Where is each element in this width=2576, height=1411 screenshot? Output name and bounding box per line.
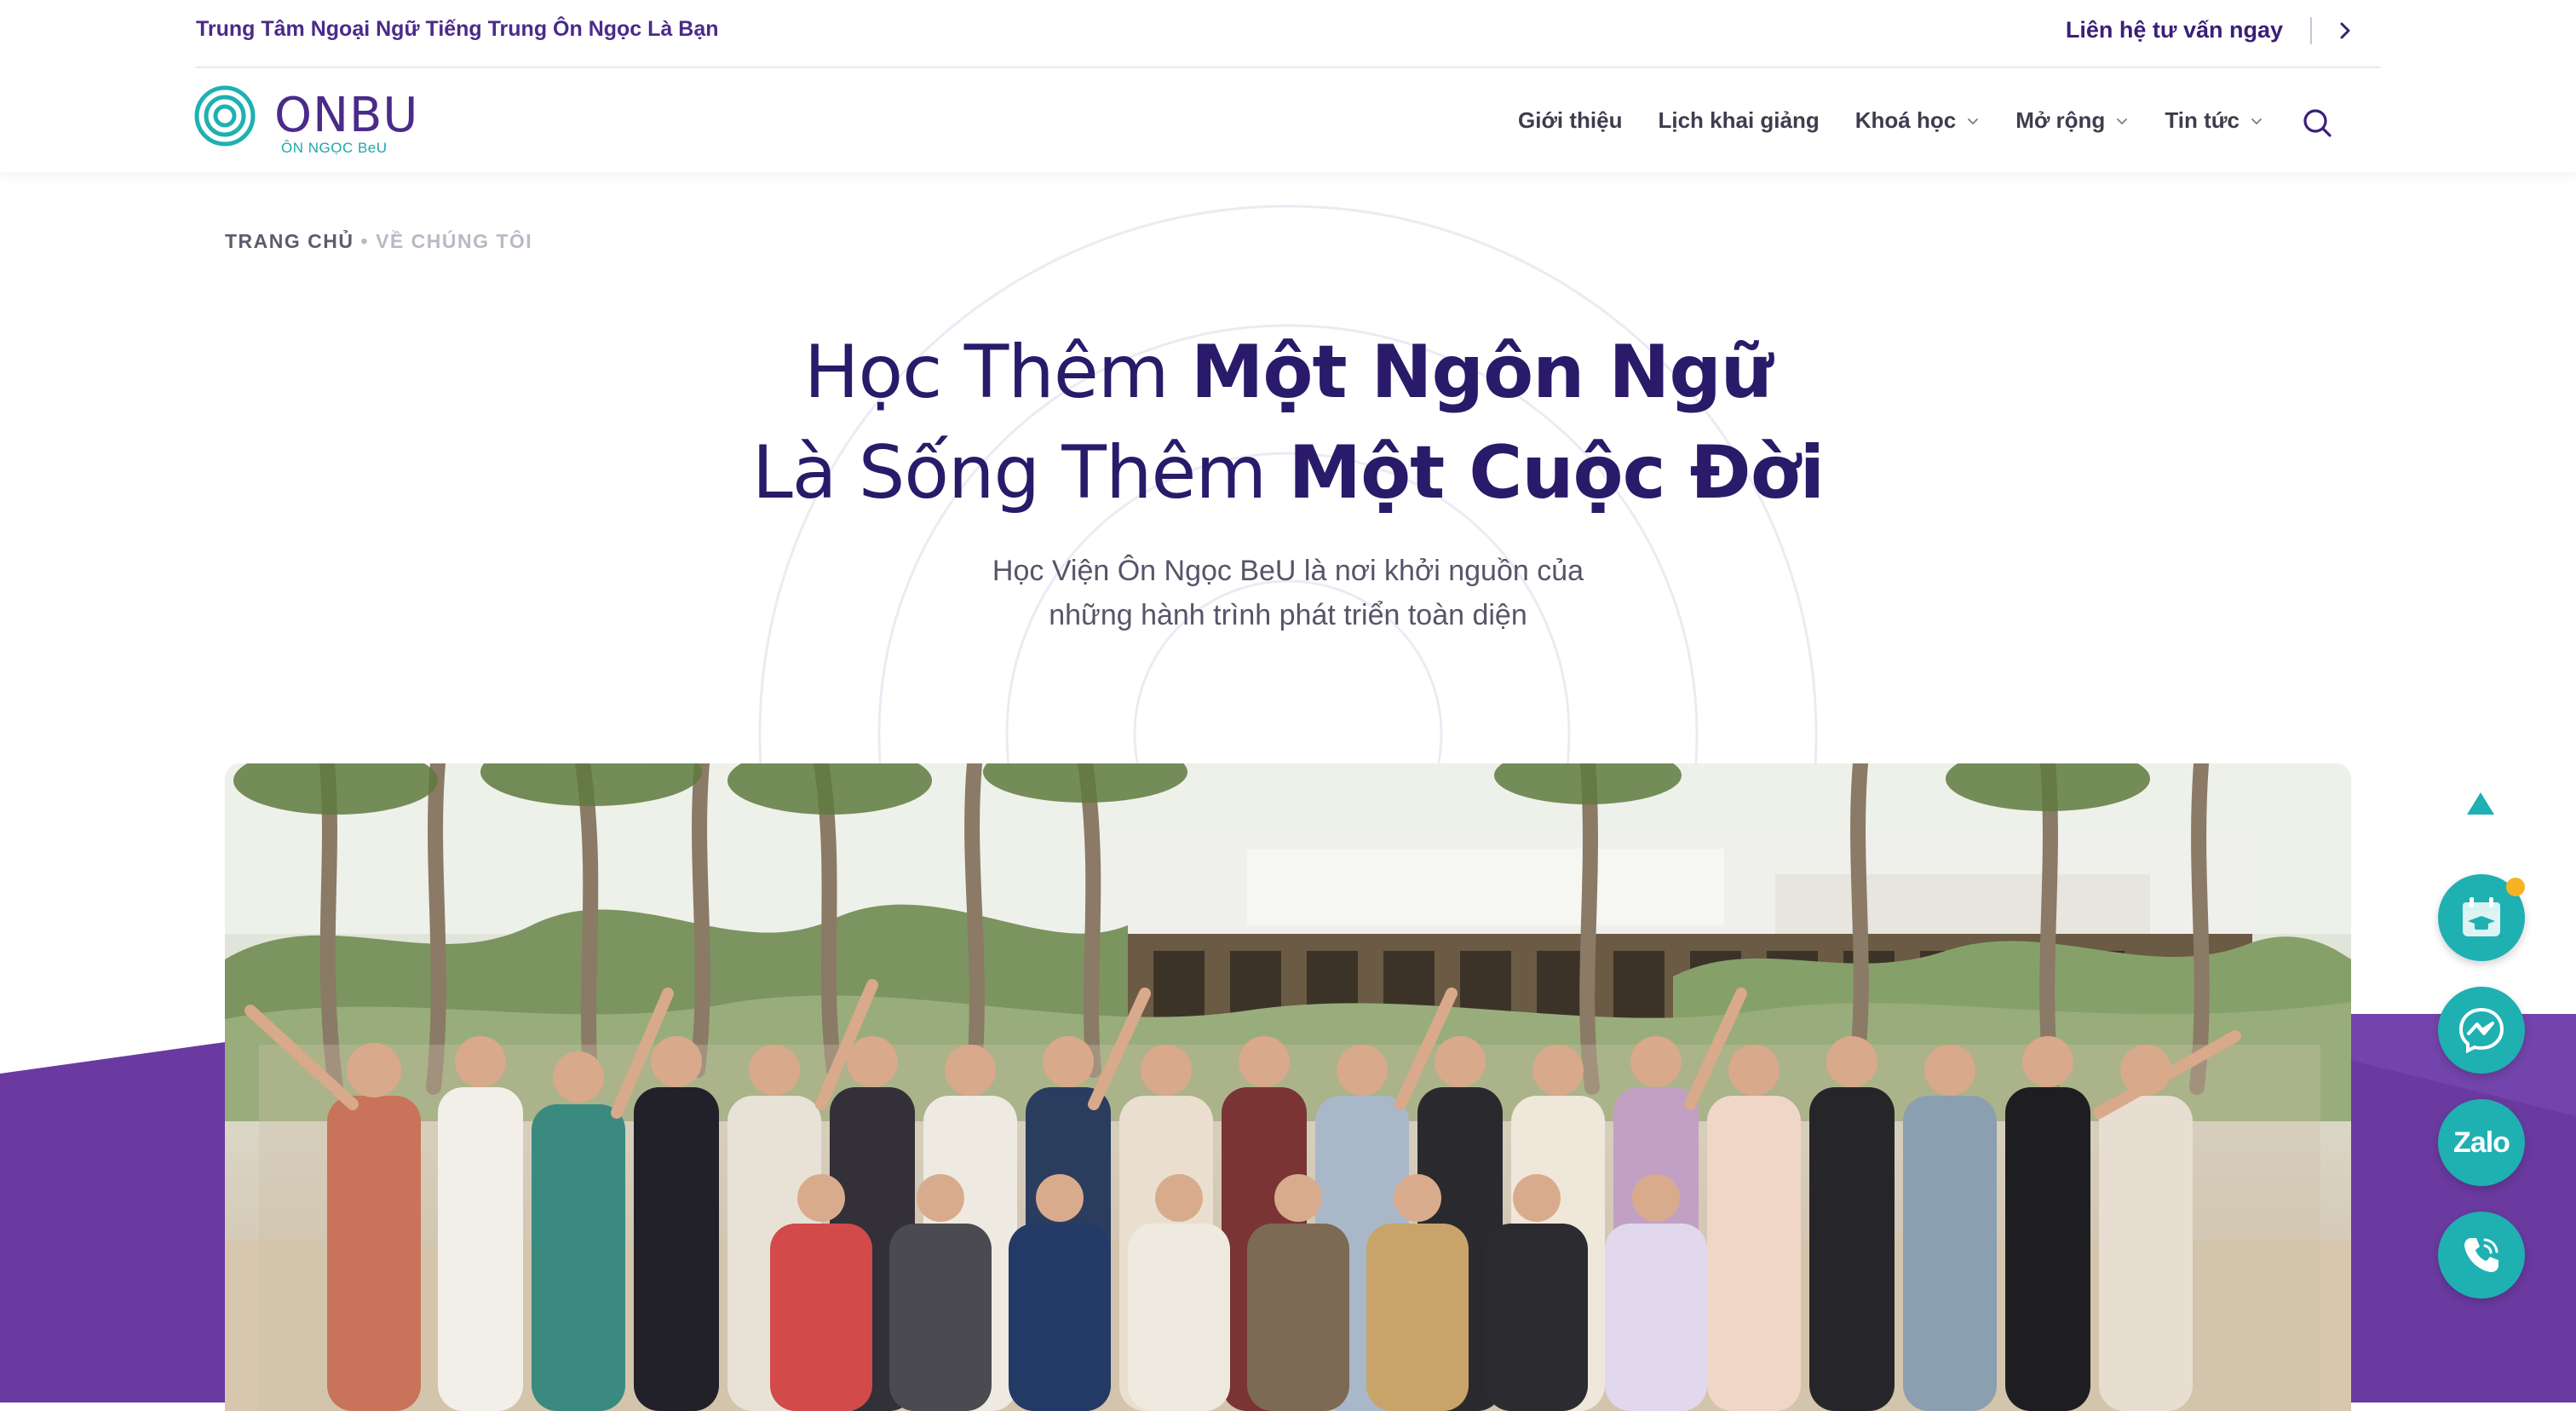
nav-item-label: Khoá học bbox=[1854, 107, 1957, 133]
hero-subtitle-line-2: những hành trình phát triển toàn diện bbox=[1049, 599, 1527, 631]
main-nav: Giới thiệu Lịch khai giảng Khoá học Mở r… bbox=[1518, 107, 2263, 134]
top-bar-divider bbox=[2310, 17, 2312, 44]
nav-item-mo-rong[interactable]: Mở rộng bbox=[2015, 107, 2129, 134]
calendar-graduation-icon bbox=[2463, 897, 2500, 936]
nav-item-lich-khai-giang[interactable]: Lịch khai giảng bbox=[1658, 107, 1819, 134]
chevron-right-icon[interactable] bbox=[2332, 17, 2360, 44]
schedule-fab-button[interactable] bbox=[2438, 874, 2525, 961]
nav-item-label: Giới thiệu bbox=[1518, 107, 1623, 133]
chevron-down-icon bbox=[2251, 118, 2262, 124]
breadcrumb-current: VỀ CHÚNG TÔI bbox=[376, 230, 533, 252]
zalo-icon: Zalo bbox=[2453, 1126, 2510, 1159]
hero-subtitle: Học Viện Ôn Ngọc BeU là nơi khởi nguồn c… bbox=[0, 549, 2576, 637]
messenger-icon bbox=[2458, 1007, 2504, 1054]
phone-icon bbox=[2464, 1238, 2498, 1272]
nav-item-tin-tuc[interactable]: Tin tức bbox=[2165, 107, 2263, 134]
nav-item-gioi-thieu[interactable]: Giới thiệu bbox=[1518, 107, 1622, 134]
logo-rings-icon bbox=[194, 85, 256, 147]
zalo-fab-button[interactable]: Zalo bbox=[2438, 1099, 2525, 1186]
phone-fab-button[interactable] bbox=[2438, 1212, 2525, 1299]
nav-item-label: Lịch khai giảng bbox=[1658, 107, 1820, 133]
contact-cta-link[interactable]: Liên hệ tư vấn ngay bbox=[2066, 17, 2283, 43]
nav-item-label: Mở rộng bbox=[2015, 107, 2106, 133]
hero-title-light: Học Thêm bbox=[803, 330, 1191, 415]
triangle-up-icon[interactable] bbox=[2465, 791, 2496, 816]
site-header: ONBU ÔN NGỌC BeU Giới thiệu Lịch khai gi… bbox=[0, 68, 2576, 172]
chevron-down-icon bbox=[2117, 118, 2128, 124]
site-logo[interactable]: ONBU ÔN NGỌC BeU bbox=[194, 85, 419, 157]
notification-dot bbox=[2506, 878, 2525, 896]
hero-title-bold: Một Cuộc Đời bbox=[1288, 430, 1825, 515]
nav-item-khoa-hoc[interactable]: Khoá học bbox=[1855, 107, 1980, 134]
logo-wordmark: ONBU bbox=[274, 88, 419, 143]
logo-subtitle: ÔN NGỌC BeU bbox=[281, 140, 388, 156]
group-photo bbox=[225, 763, 2351, 1411]
breadcrumb: TRANG CHỦ • VỀ CHÚNG TÔI bbox=[225, 230, 532, 253]
breadcrumb-separator: • bbox=[360, 230, 370, 252]
hero-subtitle-line-1: Học Viện Ôn Ngọc BeU là nơi khởi nguồn c… bbox=[992, 555, 1584, 587]
hero-title: Học Thêm Một Ngôn Ngữ Là Sống Thêm Một C… bbox=[0, 322, 2576, 523]
hero-title-bold: Một Ngôn Ngữ bbox=[1190, 330, 1773, 415]
hero-title-line-1: Học Thêm Một Ngôn Ngữ bbox=[0, 322, 2576, 423]
top-bar-tagline: Trung Tâm Ngoại Ngữ Tiếng Trung Ôn Ngọc … bbox=[196, 17, 719, 41]
messenger-fab-button[interactable] bbox=[2438, 987, 2525, 1074]
chevron-down-icon bbox=[1968, 118, 1979, 124]
hero-title-line-2: Là Sống Thêm Một Cuộc Đời bbox=[0, 423, 2576, 523]
search-icon[interactable] bbox=[2300, 106, 2334, 140]
nav-item-label: Tin tức bbox=[2165, 107, 2240, 133]
top-bar: Trung Tâm Ngoại Ngữ Tiếng Trung Ôn Ngọc … bbox=[0, 0, 2576, 66]
breadcrumb-home-link[interactable]: TRANG CHỦ bbox=[225, 230, 354, 252]
group-photo-illustration bbox=[225, 763, 2351, 1411]
hero-title-light: Là Sống Thêm bbox=[751, 430, 1289, 515]
